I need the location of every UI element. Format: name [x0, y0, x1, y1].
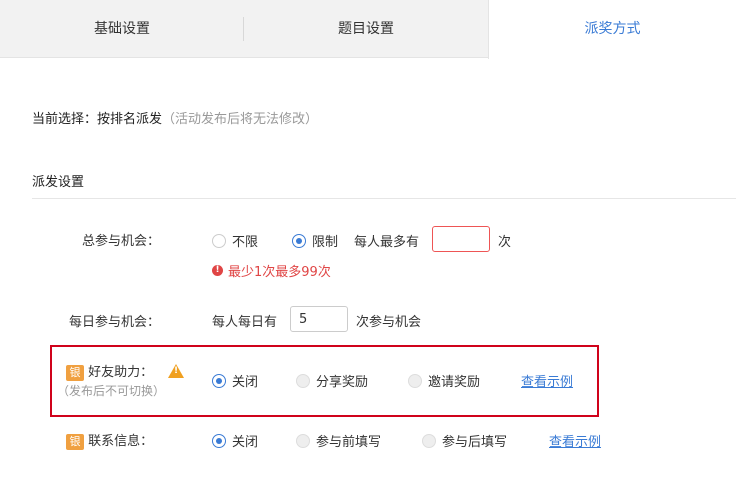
radio-unlimited[interactable]: 不限 [212, 231, 258, 250]
radio-invite-reward-dot[interactable] [408, 373, 422, 388]
per-person-label: 每人最多有 [354, 235, 420, 250]
radio-unlimited-dot[interactable] [212, 233, 226, 248]
radio-friend-off-dot[interactable] [212, 373, 226, 388]
contact-info-label-text: 联系信息： [88, 434, 154, 449]
radio-share-reward-label: 分享奖励 [316, 375, 369, 390]
contact-info-label: 银 联系信息： [66, 430, 153, 450]
contact-example-link[interactable]: 查看示例 [549, 431, 601, 450]
radio-invite-reward-label: 邀请奖励 [428, 375, 481, 390]
radio-limited-dot[interactable] [292, 233, 306, 248]
current-selection: 当前选择：按排名派发（活动发布后将无法修改） [32, 108, 318, 127]
radio-limited[interactable]: 限制 [292, 231, 338, 250]
error-icon: ! [212, 265, 223, 276]
radio-limited-label: 限制 [312, 235, 339, 250]
total-chances-label: 总参与机会： [81, 234, 160, 249]
radio-fill-after-dot[interactable] [422, 433, 436, 448]
radio-friend-off[interactable]: 关闭 [212, 371, 258, 390]
tab-question-settings[interactable]: 题目设置 [244, 0, 488, 58]
radio-fill-after-label: 参与后填写 [442, 435, 508, 450]
current-selection-hint: （活动发布后将无法修改） [162, 112, 319, 127]
tab-bar: 基础设置 题目设置 派奖方式 [0, 0, 736, 59]
warning-icon: ! [168, 364, 184, 378]
radio-share-reward[interactable]: 分享奖励 [296, 371, 368, 390]
section-title: 派发设置 [32, 175, 85, 190]
error-message: ! 最少1次最多99次 [212, 261, 331, 280]
friend-help-label: 银 好友助力： [66, 361, 153, 381]
current-selection-text: 当前选择：按排名派发 [32, 112, 163, 127]
radio-contact-off[interactable]: 关闭 [212, 431, 258, 450]
radio-friend-off-label: 关闭 [232, 375, 259, 390]
radio-contact-off-dot[interactable] [212, 433, 226, 448]
max-chances-input[interactable] [432, 226, 490, 252]
daily-chances-input[interactable] [290, 306, 348, 332]
times-unit: 次 [498, 235, 512, 250]
radio-fill-before-dot[interactable] [296, 433, 310, 448]
silver-badge-icon: 银 [66, 434, 84, 450]
radio-share-reward-dot[interactable] [296, 373, 310, 388]
friend-help-note: （发布后不可切换） [57, 384, 166, 398]
radio-fill-before-label: 参与前填写 [316, 435, 382, 450]
error-text: 最少1次最多99次 [228, 265, 331, 280]
tab-basic-settings[interactable]: 基础设置 [0, 0, 244, 58]
radio-unlimited-label: 不限 [232, 235, 259, 250]
silver-badge-icon: 银 [66, 365, 84, 381]
radio-invite-reward[interactable]: 邀请奖励 [408, 371, 480, 390]
radio-fill-before[interactable]: 参与前填写 [296, 431, 381, 450]
tab-reward-method[interactable]: 派奖方式 [488, 0, 736, 59]
section-divider [32, 198, 736, 199]
radio-fill-after[interactable]: 参与后填写 [422, 431, 507, 450]
radio-contact-off-label: 关闭 [232, 435, 259, 450]
daily-chances-label: 每日参与机会： [68, 315, 160, 330]
daily-suffix: 次参与机会 [356, 315, 422, 330]
daily-prefix: 每人每日有 [212, 315, 278, 330]
friend-help-label-text: 好友助力： [88, 365, 154, 380]
friend-example-link[interactable]: 查看示例 [521, 371, 573, 390]
